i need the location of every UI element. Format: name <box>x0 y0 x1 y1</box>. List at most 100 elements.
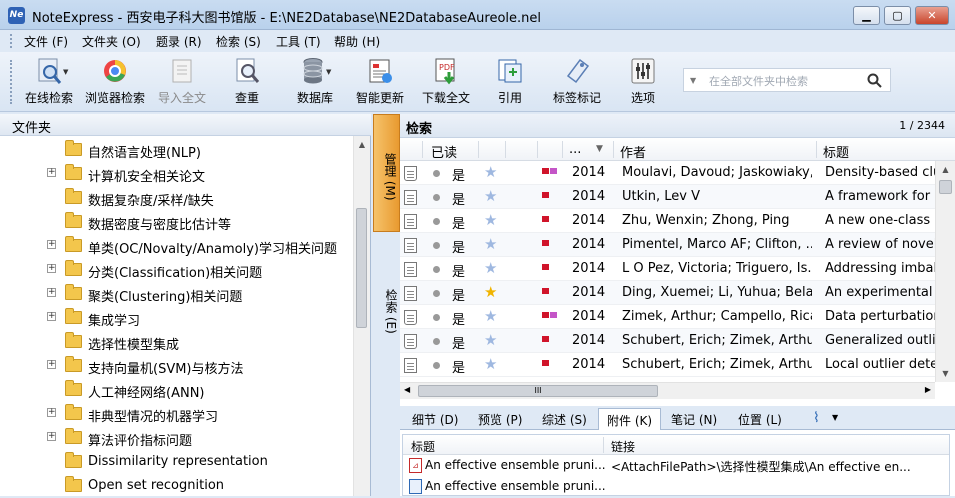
expand-icon[interactable]: + <box>47 360 56 369</box>
tab-notes[interactable]: 笔记 (N) <box>663 408 725 430</box>
label-color-icon <box>550 312 557 318</box>
star-icon[interactable]: ★ <box>484 283 497 301</box>
download-fulltext-button[interactable]: PDF 下载全文 <box>418 56 474 110</box>
star-icon[interactable]: ★ <box>484 355 497 373</box>
tab-summary[interactable]: 综述 (S) <box>534 408 595 430</box>
attach-dropdown-icon[interactable]: ▼ <box>832 413 838 422</box>
expand-icon[interactable]: + <box>47 408 56 417</box>
folder-item[interactable]: + 聚类(Clustering)相关问题 <box>0 282 350 306</box>
folder-item[interactable]: + 计算机安全相关论文 <box>0 162 350 186</box>
folder-item[interactable]: + 分类(Classification)相关问题 <box>0 258 350 282</box>
folder-item[interactable]: 自然语言处理(NLP) <box>0 138 350 162</box>
folder-item[interactable]: Dissimilarity representation <box>0 450 350 474</box>
folder-scroll-thumb[interactable] <box>356 208 367 328</box>
smart-update-button[interactable]: 智能更新 <box>352 56 408 110</box>
expand-icon[interactable]: + <box>47 312 56 321</box>
star-icon[interactable]: ★ <box>484 211 497 229</box>
result-row[interactable]: 是 ★ 2014 Schubert, Erich; Zimek, Arthu... Lo… <box>400 353 935 377</box>
attach-col-link[interactable]: 链接 <box>611 438 635 455</box>
results-scrollbar[interactable]: ▲ ▼ <box>935 161 955 382</box>
folder-item[interactable]: + 算法评价指标问题 <box>0 426 350 450</box>
star-icon[interactable]: ★ <box>484 163 497 181</box>
scroll-up-icon[interactable]: ▲ <box>354 136 370 153</box>
pdf-icon: ⊿ <box>409 458 422 473</box>
scroll-up-icon[interactable]: ▲ <box>936 161 955 178</box>
attachment-row[interactable]: ⊿ An effective ensemble pruni... <Attach… <box>403 455 949 476</box>
expand-icon[interactable]: + <box>47 240 56 249</box>
menu-tools[interactable]: 工具 (T) <box>276 33 321 50</box>
minimize-button[interactable]: ▁ <box>853 6 880 25</box>
tab-location[interactable]: 位置 (L) <box>730 408 790 430</box>
folder-item[interactable]: 选择性模型集成 <box>0 330 350 354</box>
folder-item[interactable]: 人工神经网络(ANN) <box>0 378 350 402</box>
tag-button[interactable]: 标签标记 <box>549 56 605 110</box>
tab-preview[interactable]: 预览 (P) <box>470 408 530 430</box>
menu-search[interactable]: 检索 (S) <box>216 33 261 50</box>
online-search-dropdown-icon[interactable]: ▼ <box>63 68 68 76</box>
star-icon[interactable]: ★ <box>484 307 497 325</box>
title: Generalized outlie <box>825 333 935 348</box>
result-row[interactable]: 是 ★ 2014 Moulavi, Davoud; Jaskowiaky,... Den… <box>400 161 935 185</box>
results-scroll-thumb[interactable] <box>939 180 952 194</box>
menu-record[interactable]: 题录 (R) <box>156 33 202 50</box>
cite-icon <box>498 59 522 83</box>
paperclip-icon[interactable]: ⌇ <box>813 410 820 426</box>
import-fulltext-button[interactable]: 导入全文 <box>155 56 209 110</box>
close-button[interactable]: ✕ <box>915 6 949 25</box>
result-row[interactable]: 是 ★ 2014 Zhu, Wenxin; Zhong, Ping A new one-… <box>400 209 935 233</box>
attach-col-title[interactable]: 标题 <box>411 438 435 455</box>
tab-manage[interactable]: 管理 (M) <box>373 114 400 232</box>
database-button[interactable]: 数据库 <box>290 56 340 110</box>
star-icon[interactable]: ★ <box>484 259 497 277</box>
folder-item[interactable]: + 集成学习 <box>0 306 350 330</box>
cite-button[interactable]: 引用 <box>490 56 530 110</box>
folder-scrollbar[interactable]: ▲ <box>353 136 370 496</box>
find-duplicates-button[interactable]: 查重 <box>222 56 272 110</box>
folder-item[interactable]: + 非典型情况的机器学习 <box>0 402 350 426</box>
search-scope-dropdown-icon[interactable]: ▼ <box>690 76 696 85</box>
expand-icon[interactable]: + <box>47 288 56 297</box>
col-year[interactable]: ... <box>569 142 581 157</box>
folder-item[interactable]: 数据复杂度/采样/缺失 <box>0 186 350 210</box>
star-icon[interactable]: ★ <box>484 331 497 349</box>
col-title[interactable]: 标题 <box>823 142 849 161</box>
scroll-left-icon[interactable]: ◀ <box>404 385 410 394</box>
scroll-right-icon[interactable]: ▶ <box>925 385 931 394</box>
expand-icon[interactable]: + <box>47 168 56 177</box>
results-hscrollbar[interactable]: ◀ III ▶ <box>400 382 935 399</box>
folder-item[interactable]: 数据密度与密度比估计等 <box>0 210 350 234</box>
folder-item[interactable]: Open set recognition <box>0 474 350 498</box>
star-icon[interactable]: ★ <box>484 187 497 205</box>
result-row[interactable]: 是 ★ 2014 Schubert, Erich; Zimek, Arthu... Ge… <box>400 329 935 353</box>
scroll-down-icon[interactable]: ▼ <box>936 365 955 382</box>
result-row[interactable]: 是 ★ 2014 Pimentel, Marco AF; Clifton, ... A … <box>400 233 935 257</box>
tab-details[interactable]: 细节 (D) <box>404 408 466 430</box>
search-icon[interactable] <box>867 73 882 88</box>
result-row[interactable]: 是 ★ 2014 Zimek, Arthur; Campello, Rica... Da… <box>400 305 935 329</box>
attachment-row[interactable]: An effective ensemble pruni... <box>403 476 949 497</box>
expand-icon[interactable]: + <box>47 432 56 441</box>
maximize-button[interactable]: ▢ <box>884 6 911 25</box>
database-dropdown-icon[interactable]: ▼ <box>326 68 331 76</box>
online-search-button[interactable]: 在线检索 <box>22 56 76 110</box>
search-input[interactable]: ▼ 在全部文件夹中检索 <box>683 68 891 92</box>
browser-search-button[interactable]: 浏览器检索 <box>84 56 146 110</box>
menu-file[interactable]: 文件 (F) <box>24 33 68 50</box>
read-status: 是 <box>452 265 466 280</box>
result-row[interactable]: 是 ★ 2014 L O Pez, Victoria; Triguero, Is...… <box>400 257 935 281</box>
folder-item[interactable]: + 支持向量机(SVM)与核方法 <box>0 354 350 378</box>
folder-item[interactable]: + 单类(OC/Novalty/Anamoly)学习相关问题 <box>0 234 350 258</box>
menu-folder[interactable]: 文件夹 (O) <box>82 33 141 50</box>
menu-help[interactable]: 帮助 (H) <box>334 33 380 50</box>
tab-attachments[interactable]: 附件 (K) <box>598 408 662 430</box>
col-read[interactable]: 已读 <box>431 142 457 161</box>
star-icon[interactable]: ★ <box>484 235 497 253</box>
result-row[interactable]: 是 ★ 2014 Ding, Xuemei; Li, Yuhua; Belat... A… <box>400 281 935 305</box>
result-row[interactable]: 是 ★ 2014 Utkin, Lev V A framework for i <box>400 185 935 209</box>
year: 2014 <box>572 237 606 252</box>
results-hscroll-thumb[interactable]: III <box>418 385 658 397</box>
options-button[interactable]: 选项 <box>626 56 660 110</box>
expand-icon[interactable]: + <box>47 264 56 273</box>
col-author[interactable]: 作者 <box>620 142 646 161</box>
tab-search[interactable]: 检索 (E) <box>373 262 400 352</box>
